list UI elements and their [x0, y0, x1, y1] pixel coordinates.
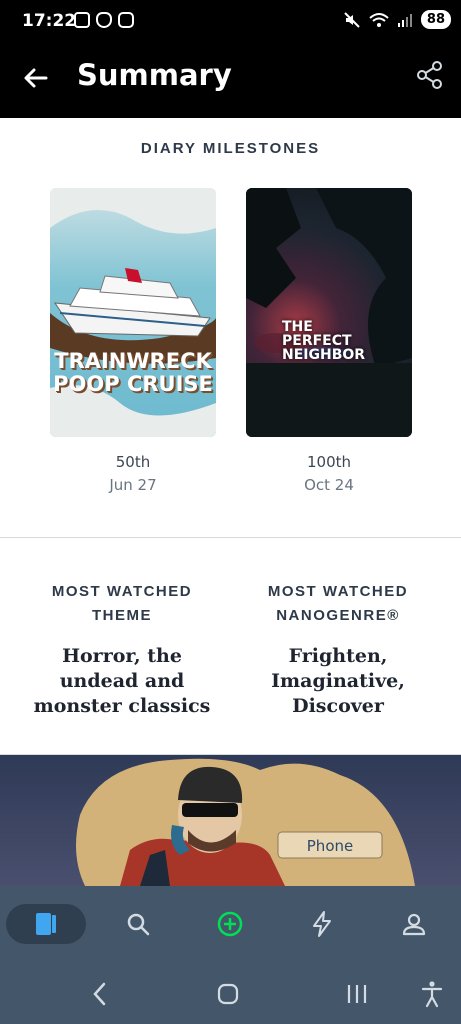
milestone-poster-trainwreck[interactable]: TRAINWRECK POOP CRUISE	[50, 188, 216, 437]
activity-icon	[313, 911, 331, 937]
night-trees-artwork	[246, 188, 412, 437]
signal-icon	[397, 13, 412, 27]
gallery-notification-icon	[74, 12, 90, 28]
milestone-count: 100th	[306, 453, 352, 471]
cruise-ship-artwork	[50, 188, 216, 437]
nav-activity[interactable]	[297, 904, 347, 944]
notification-icons	[74, 12, 134, 28]
nanogenre-value: Frighten, Imaginative, Discover	[271, 645, 405, 717]
system-recents-icon[interactable]	[345, 982, 369, 1006]
milestone-poster-perfect-neighbor[interactable]: THE PERFECT NEIGHBOR	[246, 188, 412, 437]
battery-indicator: 88	[420, 10, 451, 29]
summary-content: DIARY MILESTONES TRAINWRECK POOP CRUISE …	[0, 118, 461, 886]
mute-icon	[344, 11, 360, 28]
nav-search[interactable]	[113, 904, 163, 944]
milestone-date: Oct 24	[304, 476, 354, 494]
add-icon	[217, 911, 243, 937]
profile-icon	[402, 913, 426, 936]
system-back-icon[interactable]	[90, 981, 110, 1007]
status-time: 17:22	[22, 11, 77, 31]
films-icon	[36, 913, 56, 935]
milestone-count: 50th	[115, 453, 151, 471]
milestones-heading: DIARY MILESTONES	[140, 140, 321, 157]
theme-value: Horror, the undead and monster classics	[33, 645, 211, 717]
status-right: 88	[343, 10, 451, 29]
instagram-notification-icon	[118, 12, 134, 28]
accessibility-icon[interactable]	[420, 980, 444, 1008]
system-nav	[0, 962, 461, 1024]
phone-illustration: Phone	[0, 755, 461, 886]
shield-notification-icon	[96, 12, 112, 28]
nav-add[interactable]	[205, 904, 255, 944]
share-icon[interactable]	[415, 60, 445, 90]
nanogenre-heading: MOST WATCHED NANOGENRE®	[267, 583, 409, 624]
page-title: Summary	[77, 58, 232, 92]
wifi-icon	[369, 12, 389, 27]
nav-films[interactable]	[21, 904, 71, 944]
poster-title: THE PERFECT NEIGHBOR	[282, 319, 366, 363]
phone-label: Phone	[307, 837, 353, 855]
app-header: Summary	[0, 44, 461, 118]
nav-profile[interactable]	[389, 904, 439, 944]
man-on-phone-artwork: Phone	[76, 758, 415, 886]
search-icon	[127, 913, 150, 936]
back-arrow-icon[interactable]	[20, 62, 52, 94]
most-watched-nanogenre: MOST WATCHED NANOGENRE® Frighten, Imagin…	[238, 580, 438, 719]
section-divider	[0, 537, 461, 538]
status-bar: 17:22 88	[0, 0, 461, 44]
poster-title: TRAINWRECK POOP CRUISE	[53, 349, 213, 396]
system-home-icon[interactable]	[216, 982, 240, 1006]
bottom-nav	[0, 886, 461, 962]
theme-heading: MOST WATCHED THEME	[51, 583, 193, 624]
milestone-date: Jun 27	[109, 476, 157, 494]
most-watched-theme: MOST WATCHED THEME Horror, the undead an…	[22, 580, 222, 719]
